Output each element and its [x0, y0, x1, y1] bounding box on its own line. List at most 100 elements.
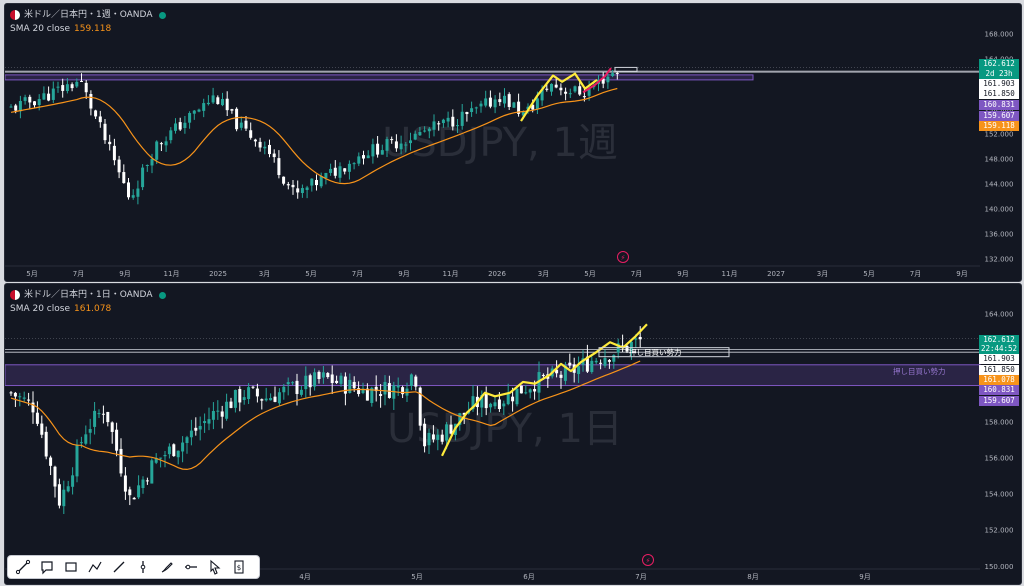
weekly-candle — [75, 81, 79, 87]
daily-price-tag-level2: 161.850 — [979, 365, 1019, 375]
weekly-candle — [84, 82, 88, 93]
daily-sma-label[interactable]: SMA 20 close — [10, 302, 70, 316]
daily-candle — [145, 480, 149, 482]
weekly-candle — [230, 109, 234, 111]
weekly-candle — [239, 122, 243, 128]
line-tool-button[interactable] — [108, 557, 130, 577]
weekly-candle — [61, 85, 65, 91]
daily-candle — [440, 434, 444, 442]
daily-buy-zone[interactable] — [5, 364, 981, 387]
daily-candle — [49, 457, 53, 466]
weekly-candle — [310, 178, 314, 186]
weekly-candle — [286, 184, 290, 186]
daily-candle — [414, 376, 418, 387]
daily-candle — [282, 386, 286, 393]
daily-candle — [106, 411, 110, 423]
weekly-candle — [319, 176, 323, 187]
daily-candle — [159, 457, 163, 459]
path-tool-button[interactable] — [84, 557, 106, 577]
daily-candle — [203, 421, 207, 424]
daily-candle — [123, 475, 127, 492]
weekly-candle — [582, 96, 586, 98]
weekly-y-tick-label: 148.000 — [985, 155, 1014, 163]
daily-candle — [264, 398, 268, 401]
weekly-candle — [70, 84, 74, 89]
weekly-candle — [493, 99, 497, 108]
daily-candle — [304, 375, 308, 390]
daily-candle — [220, 411, 224, 417]
daily-price-tag-sma: 161.078 — [979, 375, 1019, 385]
daily-candle — [84, 434, 88, 444]
daily-candle — [603, 358, 607, 366]
daily-candle — [35, 412, 39, 424]
weekly-candle — [568, 93, 572, 95]
daily-annotation-box-label: 押し目買い勢力 — [629, 347, 682, 357]
trend-line-icon — [15, 559, 31, 575]
weekly-x-tick-label: 3月 — [259, 270, 270, 278]
daily-candle — [194, 427, 198, 431]
weekly-candle — [291, 184, 295, 188]
weekly-candle — [333, 167, 337, 176]
daily-candle — [484, 393, 488, 409]
daily-candle — [326, 373, 330, 378]
weekly-candle — [446, 117, 450, 122]
weekly-sma-label[interactable]: SMA 20 close — [10, 22, 70, 36]
daily-candle — [401, 387, 405, 395]
weekly-x-tick-label: 5月 — [863, 270, 874, 278]
daily-candle — [321, 372, 325, 378]
daily-candle — [396, 385, 400, 388]
daily-chart-panel[interactable]: 米ドル／日本円・1日・OANDA SMA 20 close 161.078 US… — [4, 283, 1022, 585]
weekly-candle — [564, 91, 568, 94]
daily-candle — [313, 372, 317, 387]
daily-candle — [172, 444, 176, 457]
horizontal-ray-tool-button[interactable] — [180, 557, 202, 577]
weekly-sma-value: 159.118 — [74, 24, 112, 34]
weekly-y-tick-label: 132.000 — [985, 255, 1014, 263]
weekly-y-tick-label: 144.000 — [985, 180, 1014, 188]
daily-candle — [18, 396, 22, 398]
daily-price-tag-zone_top: 160.831 — [979, 385, 1019, 395]
weekly-candle — [268, 144, 271, 155]
daily-candle — [594, 360, 598, 363]
weekly-symbol-title[interactable]: 米ドル／日本円・1週・OANDA — [24, 8, 152, 22]
daily-y-tick-label: 164.000 — [985, 310, 1014, 318]
daily-candle — [409, 374, 413, 386]
weekly-candle — [390, 139, 394, 141]
daily-lightning-icon: ⚡ — [646, 557, 651, 565]
weekly-trend-drawing[interactable] — [520, 72, 598, 122]
daily-candle — [533, 389, 537, 392]
daily-candle — [269, 398, 273, 401]
daily-x-tick-label: 6月 — [523, 573, 534, 581]
weekly-chart-panel[interactable]: 米ドル／日本円・1週・OANDA SMA 20 close 159.118 US… — [4, 3, 1022, 282]
weekly-buy-zone[interactable] — [5, 74, 754, 81]
daily-price-chart[interactable]: USDJPY, 1日4月5月6月7月8月9月164.000162.000160.… — [5, 284, 1021, 584]
trend-line-tool-button[interactable] — [12, 557, 34, 577]
path-icon — [88, 561, 102, 573]
weekly-candle — [357, 156, 361, 164]
weekly-price-chart[interactable]: USDJPY, 1週 5月 7月 9月 11月 2025 3月 5月 7月 9月 11月 2026 3月… — [5, 4, 1021, 281]
weekly-x-tick-label: 3月 — [817, 270, 828, 278]
daily-candle — [207, 419, 211, 424]
market-open-icon — [159, 11, 167, 19]
weekly-candle — [122, 172, 126, 184]
weekly-candle — [141, 167, 145, 188]
daily-candle — [233, 389, 237, 408]
daily-candle — [568, 362, 572, 366]
brush-tool-button[interactable] — [156, 557, 178, 577]
daily-candle — [449, 424, 453, 434]
price-range-tool-button[interactable]: $ — [228, 557, 250, 577]
vertical-line-tool-button[interactable] — [132, 557, 154, 577]
daily-candle — [445, 424, 449, 441]
weekly-candle — [174, 123, 177, 131]
daily-candle — [335, 380, 339, 383]
cursor-tool-button[interactable] — [204, 557, 226, 577]
daily-candle — [75, 444, 79, 477]
daily-x-tick-label: 7月 — [635, 573, 646, 581]
rectangle-tool-button[interactable] — [60, 557, 82, 577]
daily-candle — [225, 401, 229, 419]
weekly-candle — [9, 106, 13, 108]
daily-candle — [79, 442, 83, 444]
daily-candle — [57, 484, 61, 506]
daily-symbol-title[interactable]: 米ドル／日本円・1日・OANDA — [24, 288, 152, 302]
text-note-tool-button[interactable] — [36, 557, 58, 577]
